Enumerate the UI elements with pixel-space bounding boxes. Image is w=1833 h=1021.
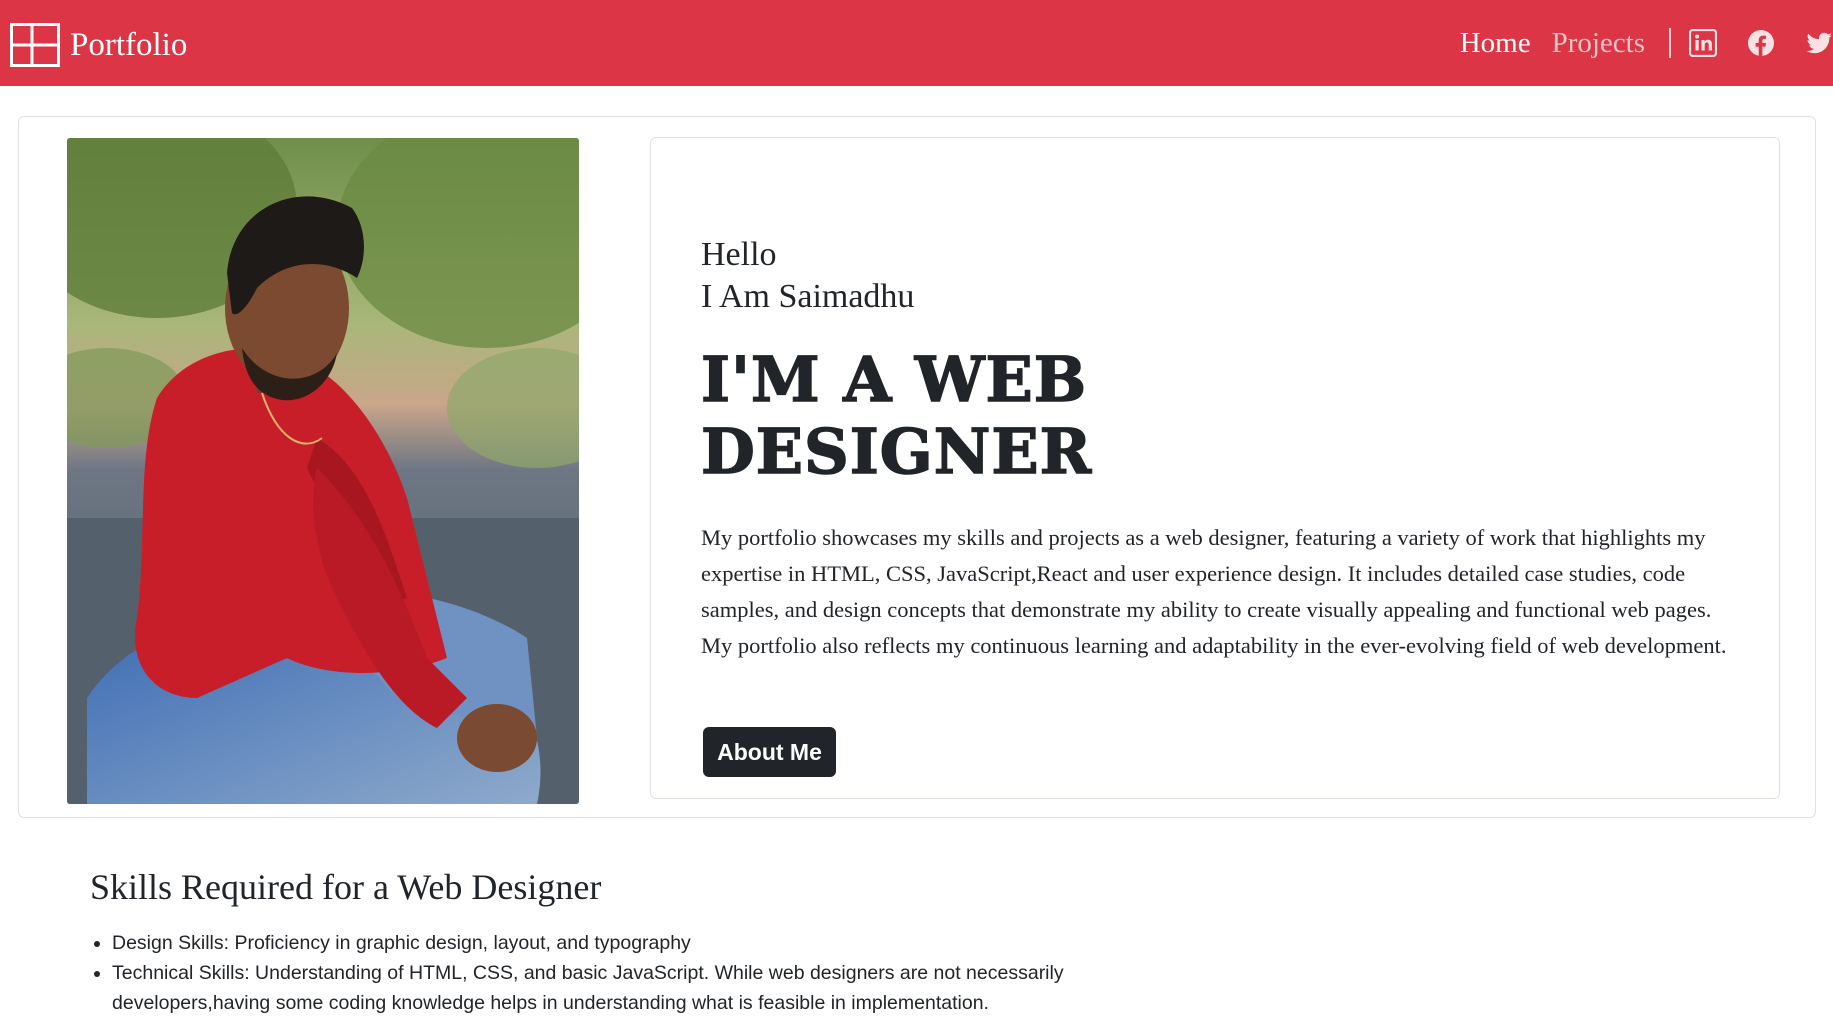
facebook-icon[interactable]	[1747, 29, 1775, 57]
greeting: Hello I Am Saimadhu	[701, 234, 914, 318]
brand-title: Portfolio	[70, 26, 188, 63]
nav-divider	[1669, 28, 1671, 58]
brand-link[interactable]: Portfolio	[10, 23, 187, 67]
nav-home-link[interactable]: Home	[1460, 27, 1531, 60]
skills-list: Design Skills: Proficiency in graphic de…	[90, 928, 1112, 1018]
nav-right: Home Projects	[1460, 20, 1833, 66]
headline-line2: DESIGNER	[700, 415, 1093, 489]
intro-card: Hello I Am Saimadhu I'M A WEB DESIGNER M…	[650, 137, 1780, 799]
twitter-icon[interactable]	[1805, 29, 1833, 57]
nav-projects-link[interactable]: Projects	[1552, 27, 1645, 60]
headline-line1: I'M A WEB	[700, 343, 1088, 417]
layout-grid-icon	[10, 23, 60, 67]
hero-card: Hello I Am Saimadhu I'M A WEB DESIGNER M…	[18, 116, 1816, 818]
profile-photo	[67, 138, 579, 804]
page-headline: I'M A WEB DESIGNER	[700, 343, 1301, 489]
portfolio-description: My portfolio showcases my skills and pro…	[701, 525, 1727, 658]
skills-heading: Skills Required for a Web Designer	[90, 867, 602, 907]
greeting-name: I Am Saimadhu	[701, 278, 915, 315]
greeting-hello: Hello	[701, 236, 777, 273]
navbar: Portfolio Home Projects	[0, 0, 1833, 86]
about-me-button[interactable]: About Me	[703, 727, 836, 777]
linkedin-icon[interactable]	[1689, 29, 1717, 57]
list-item: Technical Skills: Understanding of HTML,…	[112, 958, 1112, 1018]
list-item: Design Skills: Proficiency in graphic de…	[112, 928, 1112, 958]
